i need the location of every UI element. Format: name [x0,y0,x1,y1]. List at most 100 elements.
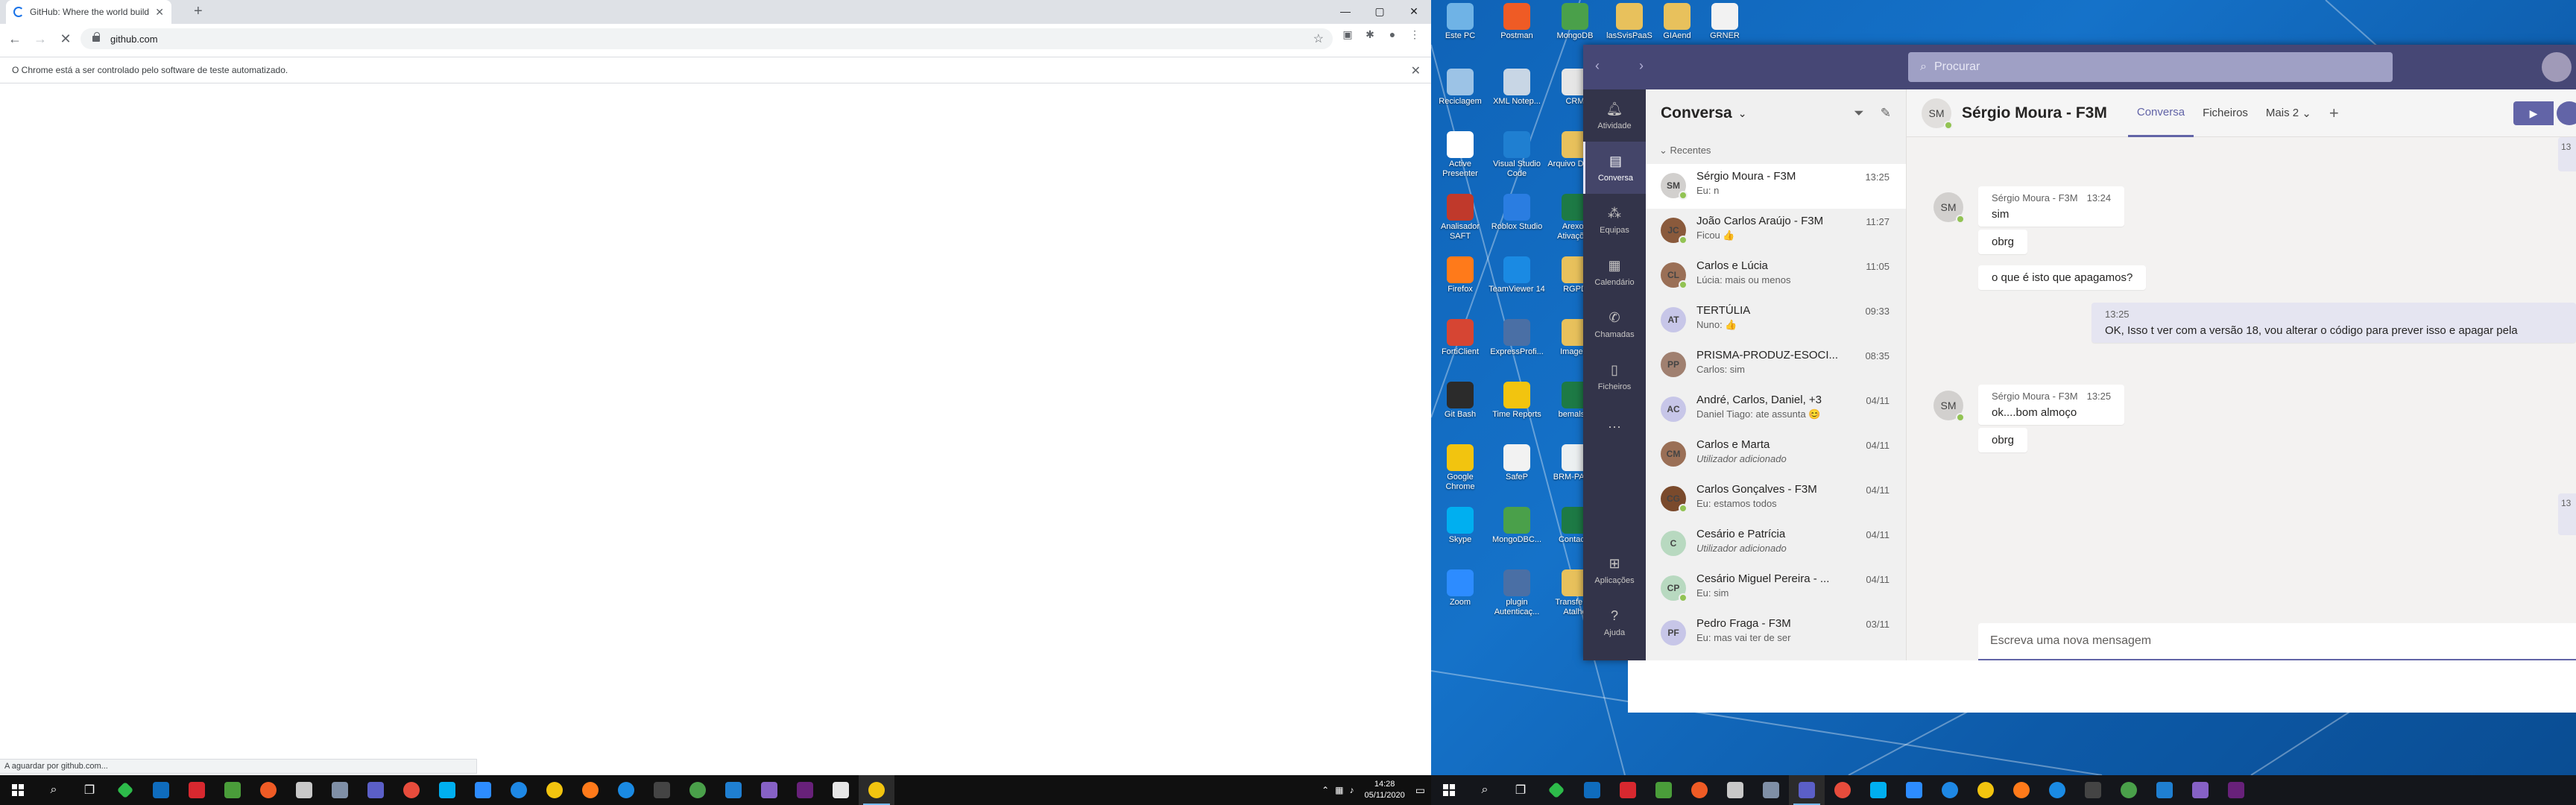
desktop-icon[interactable]: Git Bash [1432,379,1489,420]
chat-list-item[interactable]: AT TERTÚLIA 09:33 Nuno: 👍 [1646,298,1906,343]
message-bubble[interactable]: obrg [1978,230,2028,254]
desktop-icon[interactable]: SafeP [1489,441,1545,482]
outlook-icon[interactable] [1574,775,1610,805]
desktop-icon[interactable]: Postman [1489,0,1545,41]
acrobat-icon[interactable] [179,775,215,805]
stop-loading-icon[interactable]: ✕ [55,28,76,49]
chat-list-item[interactable]: AC André, Carlos, Daniel, +3 04/11 Daniel T… [1646,388,1906,432]
teamviewer-icon[interactable] [608,775,644,805]
tab-conversa[interactable]: Conversa [2127,89,2194,137]
forward-icon[interactable]: → [30,28,51,49]
message-bubble[interactable]: Sérgio Moura - F3M 13:24 sim [1978,186,2125,227]
outlook-icon[interactable] [143,775,179,805]
message-bubble[interactable]: o que é isto que apagamos? [1978,265,2147,290]
more-apps-button[interactable]: ··· [1583,402,1646,455]
taskbar-app-icon[interactable] [394,775,429,805]
taskbar-app-icon[interactable] [107,775,143,805]
desktop-icon[interactable]: Reciclagem [1432,66,1489,107]
close-window-icon[interactable]: ✕ [1397,0,1431,22]
taskbar-app-icon[interactable] [644,775,680,805]
network-icon[interactable]: ▦ [1335,785,1343,795]
zoom-icon[interactable] [1896,775,1932,805]
visual-studio-icon[interactable] [2182,775,2218,805]
zoom-icon[interactable] [465,775,501,805]
task-view-icon[interactable]: ❐ [72,775,107,805]
chat-list-item[interactable]: PF Pedro Fraga - F3M 03/11 Eu: mas vai ter … [1646,611,1906,656]
task-view-icon[interactable]: ❐ [1503,775,1538,805]
taskbar-app-icon[interactable] [823,775,859,805]
back-icon[interactable]: ← [4,28,25,49]
tab-ficheiros[interactable]: Ficheiros [2194,89,2257,137]
taskbar-app-icon[interactable] [1825,775,1860,805]
desktop-icon[interactable]: Analisador SAFT [1432,191,1489,242]
rail-item-conversa[interactable]: ▤ Conversa [1583,142,1646,194]
search-icon[interactable]: ⌕ [1467,775,1503,805]
volume-icon[interactable]: ♪ [1350,785,1354,795]
extension-icon[interactable]: ▣ [1342,28,1354,40]
desktop-icon[interactable]: Active Presenter [1432,128,1489,179]
chevron-up-icon[interactable]: ⌃ [1322,785,1329,795]
maximize-icon[interactable]: ▢ [1363,0,1397,22]
visual-studio-icon[interactable] [751,775,787,805]
chat-list-title[interactable]: Conversa [1661,104,1732,122]
profile-icon[interactable]: ● [1386,28,1398,40]
chat-list-item[interactable]: CP Cesário Miguel Pereira - ... 04/11 Eu: s… [1646,566,1906,611]
chat-list-item[interactable]: CL Carlos e Lúcia 11:05 Lúcia: mais ou meno… [1646,253,1906,298]
mongodb-icon[interactable] [2111,775,2147,805]
search-icon[interactable]: ⌕ [36,775,72,805]
taskbar-clock[interactable]: 14:28 05/11/2020 [1365,779,1405,801]
desktop-icon[interactable]: plugin Autenticaç... [1489,566,1545,617]
desktop-icon[interactable]: XML Notep... [1489,66,1545,107]
chevron-down-icon[interactable]: ⌄ [1738,107,1747,120]
taskbar-app-icon[interactable] [322,775,358,805]
rail-item-chamadas[interactable]: ✆ Chamadas [1583,298,1646,350]
rail-item-ficheiros[interactable]: ▯ Ficheiros [1583,350,1646,402]
teams-icon[interactable] [1789,775,1825,805]
chrome-menu-icon[interactable]: ⋮ [1409,28,1421,40]
rail-item-ajuda[interactable]: ? Ajuda [1583,596,1646,648]
edge-icon[interactable] [501,775,537,805]
taskbar-app-icon[interactable] [1646,775,1682,805]
video-call-icon[interactable]: ▶ [2513,101,2554,125]
address-bar[interactable]: github.com ☆ [80,28,1333,49]
chat-list-item[interactable]: PP PRISMA-PRODUZ-ESOCI... 08:35 Carlos: sim [1646,343,1906,388]
chrome-icon[interactable] [859,775,894,805]
acrobat-icon[interactable] [1610,775,1646,805]
desktop-icon[interactable]: TeamViewer 14 [1489,253,1545,294]
message-bubble[interactable]: obrg [1978,428,2028,452]
desktop-icon[interactable]: MongoDB [1547,0,1603,41]
desktop-icon[interactable]: Zoom [1432,566,1489,607]
notifications-icon[interactable]: ▭ [1415,784,1425,797]
desktop-icon[interactable]: Time Reports [1489,379,1545,420]
rail-item-calendario[interactable]: ▦ Calendário [1583,246,1646,298]
desktop-icon[interactable]: MongoDBC... [1489,504,1545,545]
start-button[interactable] [0,775,36,805]
start-button[interactable] [1431,775,1467,805]
message-bubble[interactable]: Sérgio Moura - F3M 13:25 ok....bom almoço [1978,385,2125,425]
minimize-icon[interactable]: — [1328,0,1363,22]
chat-list-item[interactable]: SM Sérgio Moura - F3M 13:25 Eu: n [1646,164,1906,209]
teams-search-input[interactable]: ⌕ Procurar [1908,52,2393,82]
rail-item-atividade[interactable]: 🔔︎ Atividade [1583,89,1646,142]
extensions-puzzle-icon[interactable]: ✱ [1364,28,1376,40]
desktop-icon[interactable]: Firefox [1432,253,1489,294]
vscode-icon[interactable] [716,775,751,805]
own-message-bubble[interactable]: 13:25 OK, Isso t ver com a versão 18, vo… [2092,303,2576,343]
taskbar-app-icon[interactable] [1717,775,1753,805]
rail-item-equipas[interactable]: ⁂ Equipas [1583,194,1646,246]
teams-icon[interactable] [358,775,394,805]
desktop-icon[interactable]: Skype [1432,504,1489,545]
rail-item-aplicacoes[interactable]: ⊞ Aplicações [1583,544,1646,596]
new-tab-button[interactable]: + [194,3,203,20]
taskbar-app-icon[interactable] [215,775,250,805]
firefox-icon[interactable] [572,775,608,805]
desktop-icon[interactable]: Este PC [1432,0,1489,41]
skype-icon[interactable] [429,775,465,805]
desktop-icon[interactable]: Google Chrome [1432,441,1489,492]
desktop-icon[interactable]: GRNER [1696,0,1753,41]
add-tab-icon[interactable]: + [2329,104,2339,123]
taskbar-app-icon[interactable] [1538,775,1574,805]
skype-icon[interactable] [1860,775,1896,805]
desktop-icon[interactable]: Roblox Studio [1489,191,1545,232]
mongodb-icon[interactable] [680,775,716,805]
